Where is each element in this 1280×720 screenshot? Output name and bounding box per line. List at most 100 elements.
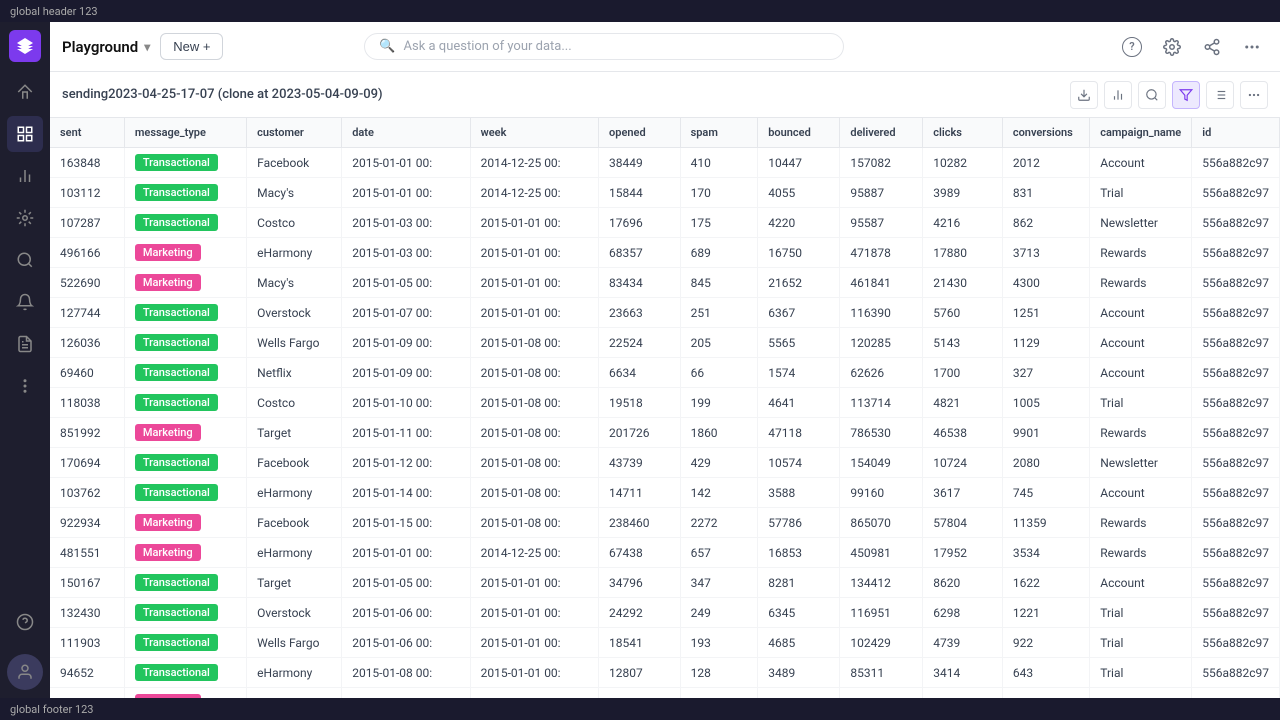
cell-opened: 6634 bbox=[599, 358, 681, 388]
share-icon[interactable] bbox=[1196, 31, 1228, 63]
table-row: 94652 Transactional eHarmony 2015-01-08 … bbox=[50, 658, 1280, 688]
col-header-opened[interactable]: opened bbox=[599, 118, 681, 148]
cell-date: 2015-01-08 00: bbox=[342, 658, 470, 688]
cell-sent: 851992 bbox=[50, 418, 124, 448]
col-header-clicks[interactable]: clicks bbox=[923, 118, 1003, 148]
cell-bounced: 1574 bbox=[758, 358, 840, 388]
col-header-week[interactable]: week bbox=[470, 118, 598, 148]
col-header-customer[interactable]: customer bbox=[247, 118, 342, 148]
cell-opened: 38449 bbox=[599, 148, 681, 178]
cell-bounced: 10447 bbox=[758, 148, 840, 178]
col-header-date[interactable]: date bbox=[342, 118, 470, 148]
cell-customer: Overstock bbox=[247, 298, 342, 328]
cell-week: 2015-01-01 00: bbox=[470, 238, 598, 268]
navbar-brand[interactable]: Playground ▾ bbox=[62, 38, 150, 56]
more-table-options[interactable] bbox=[1240, 81, 1268, 109]
cell-sent: 103112 bbox=[50, 178, 124, 208]
settings-icon[interactable] bbox=[1156, 31, 1188, 63]
sidebar-item-chart[interactable] bbox=[7, 158, 43, 194]
sidebar-item-widgets[interactable] bbox=[7, 200, 43, 236]
sidebar-item-dashboard[interactable] bbox=[7, 116, 43, 152]
table-row: 150167 Transactional Target 2015-01-05 0… bbox=[50, 568, 1280, 598]
cell-campaign-name: Trial bbox=[1090, 658, 1192, 688]
search-table-icon[interactable] bbox=[1138, 81, 1166, 109]
cell-bounced: 6367 bbox=[758, 298, 840, 328]
cell-conversions: 9901 bbox=[1002, 418, 1089, 448]
filter-icon[interactable] bbox=[1172, 81, 1200, 109]
cell-id: 556a882c97 bbox=[1192, 628, 1280, 658]
cell-date: 2015-01-10 00: bbox=[342, 388, 470, 418]
cell-conversions: 745 bbox=[1002, 478, 1089, 508]
sidebar-item-help[interactable] bbox=[7, 604, 43, 640]
cell-customer: eHarmony bbox=[247, 478, 342, 508]
cell-opened: 68357 bbox=[599, 238, 681, 268]
cell-customer: Overstock bbox=[247, 598, 342, 628]
col-header-delivered[interactable]: delivered bbox=[840, 118, 923, 148]
cell-id: 556a882c97 bbox=[1192, 358, 1280, 388]
sidebar-item-reports[interactable] bbox=[7, 326, 43, 362]
cell-opened: 83434 bbox=[599, 268, 681, 298]
chart-view-icon[interactable] bbox=[1104, 81, 1132, 109]
cell-spam: 347 bbox=[680, 568, 758, 598]
cell-bounced: 16750 bbox=[758, 238, 840, 268]
sidebar-item-alerts[interactable] bbox=[7, 284, 43, 320]
sidebar-item-queries[interactable] bbox=[7, 242, 43, 278]
cell-week: 2014-12-25 00: bbox=[470, 148, 598, 178]
new-button[interactable]: New + bbox=[160, 33, 223, 60]
cell-spam: 251 bbox=[680, 298, 758, 328]
cell-customer: Wells Fargo bbox=[247, 628, 342, 658]
cell-conversions: 643 bbox=[1002, 658, 1089, 688]
cell-campaign-name: Trial bbox=[1090, 178, 1192, 208]
col-header-sent[interactable]: sent bbox=[50, 118, 124, 148]
sidebar-item-more[interactable] bbox=[7, 368, 43, 404]
col-header-spam[interactable]: spam bbox=[680, 118, 758, 148]
cell-delivered: 154049 bbox=[840, 448, 923, 478]
cell-date: 2015-01-05 00: bbox=[342, 268, 470, 298]
table-row: 69460 Transactional Netflix 2015-01-09 0… bbox=[50, 358, 1280, 388]
cell-customer: Target bbox=[247, 418, 342, 448]
cell-week: 2015-01-01 00: bbox=[470, 598, 598, 628]
cell-date: 2015-01-01 00: bbox=[342, 148, 470, 178]
cell-sent: 645353 bbox=[50, 688, 124, 699]
help-button[interactable]: ? bbox=[1116, 31, 1148, 63]
cell-id: 556a882c97 bbox=[1192, 538, 1280, 568]
cell-spam: 657 bbox=[680, 538, 758, 568]
search-bar[interactable]: 🔍 Ask a question of your data... bbox=[364, 33, 844, 60]
cell-sent: 150167 bbox=[50, 568, 124, 598]
cell-week: 2015-01-01 00: bbox=[470, 208, 598, 238]
cell-week: 2015-01-01 00: bbox=[470, 568, 598, 598]
sort-icon[interactable] bbox=[1206, 81, 1234, 109]
col-header-id[interactable]: id bbox=[1192, 118, 1280, 148]
cell-opened: 43739 bbox=[599, 448, 681, 478]
cell-id: 556a882c97 bbox=[1192, 268, 1280, 298]
cell-message-type: Marketing bbox=[124, 538, 246, 568]
table-row: 132430 Transactional Overstock 2015-01-0… bbox=[50, 598, 1280, 628]
sidebar-item-home[interactable] bbox=[7, 74, 43, 110]
col-header-campaign-name[interactable]: campaign_name bbox=[1090, 118, 1192, 148]
table-row: 103112 Transactional Macy's 2015-01-01 0… bbox=[50, 178, 1280, 208]
col-header-bounced[interactable]: bounced bbox=[758, 118, 840, 148]
cell-date: 2015-01-06 00: bbox=[342, 628, 470, 658]
cell-opened: 15844 bbox=[599, 178, 681, 208]
cell-sent: 126036 bbox=[50, 328, 124, 358]
cell-opened: 18541 bbox=[599, 628, 681, 658]
cell-clicks: 3989 bbox=[923, 178, 1003, 208]
cell-campaign-name: Trial bbox=[1090, 628, 1192, 658]
export-icon[interactable] bbox=[1070, 81, 1098, 109]
cell-delivered: 786530 bbox=[840, 418, 923, 448]
cell-conversions: 11359 bbox=[1002, 508, 1089, 538]
col-header-message-type[interactable]: message_type bbox=[124, 118, 246, 148]
table-row: 118038 Transactional Costco 2015-01-10 0… bbox=[50, 388, 1280, 418]
cell-opened: 19518 bbox=[599, 388, 681, 418]
cell-clicks: 46538 bbox=[923, 418, 1003, 448]
app-logo[interactable] bbox=[9, 30, 41, 62]
sidebar-item-user[interactable] bbox=[7, 654, 43, 690]
table-row: 107287 Transactional Costco 2015-01-03 0… bbox=[50, 208, 1280, 238]
cell-clicks: 10282 bbox=[923, 148, 1003, 178]
col-header-conversions[interactable]: conversions bbox=[1002, 118, 1089, 148]
cell-delivered: 102429 bbox=[840, 628, 923, 658]
cell-id: 556a882c97 bbox=[1192, 508, 1280, 538]
more-options-icon[interactable] bbox=[1236, 31, 1268, 63]
table-row: 126036 Transactional Wells Fargo 2015-01… bbox=[50, 328, 1280, 358]
table-row: 163848 Transactional Facebook 2015-01-01… bbox=[50, 148, 1280, 178]
